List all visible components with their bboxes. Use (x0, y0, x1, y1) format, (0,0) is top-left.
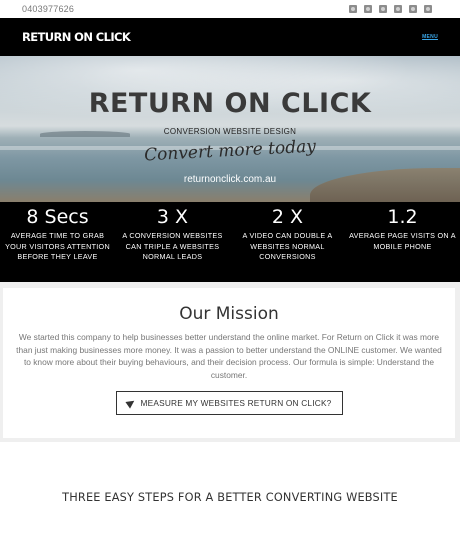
twitter-icon[interactable] (364, 5, 372, 13)
stat-item: 3 X A CONVERSION WEBSITES CAN TRIPLE A W… (115, 206, 230, 282)
pinterest-icon[interactable] (409, 5, 417, 13)
hero-url: returnonclick.com.au (183, 174, 277, 185)
stat-number: 2 X (271, 206, 304, 228)
menu-button[interactable]: MENU (422, 34, 438, 40)
cta-label: MEASURE MY WEBSITES RETURN ON CLICK? (140, 398, 332, 408)
hero-title: RETURN ON CLICK (88, 88, 372, 119)
stat-item: 1.2 AVERAGE PAGE VISITS ON A MOBILE PHON… (345, 206, 460, 282)
instagram-icon[interactable] (394, 5, 402, 13)
mission-heading: Our Mission (179, 304, 279, 324)
stat-text: A CONVERSION WEBSITES CAN TRIPLE A WEBSI… (122, 231, 223, 261)
phone-number[interactable]: 0403977626 (22, 4, 74, 14)
social-links (349, 5, 432, 13)
paper-plane-icon (124, 397, 137, 409)
stat-number: 3 X (156, 206, 189, 228)
site-logo[interactable]: RETURN ON CLICK (22, 30, 131, 44)
stat-text: AVERAGE TIME TO GRAB YOUR VISITORS ATTEN… (5, 231, 110, 261)
rss-icon[interactable] (424, 5, 432, 13)
measure-return-button[interactable]: MEASURE MY WEBSITES RETURN ON CLICK? (115, 391, 343, 415)
stat-item: 8 Secs AVERAGE TIME TO GRAB YOUR VISITOR… (0, 206, 115, 282)
mission-body: We started this company to help business… (16, 332, 442, 380)
top-bar: 0403977626 (0, 0, 460, 18)
steps-heading: THREE EASY STEPS FOR A BETTER CONVERTING… (62, 491, 398, 504)
stat-number: 1.2 (387, 206, 418, 228)
stat-text: A VIDEO CAN DOUBLE A WEBSITES NORMAL CON… (242, 231, 333, 261)
google-plus-icon[interactable] (379, 5, 387, 13)
main-nav: RETURN ON CLICK MENU (0, 18, 460, 56)
facebook-icon[interactable] (349, 5, 357, 13)
stats-strip: 8 Secs AVERAGE TIME TO GRAB YOUR VISITOR… (0, 202, 460, 282)
mission-section: Our Mission We started this company to h… (0, 282, 460, 442)
stat-text: AVERAGE PAGE VISITS ON A MOBILE PHONE (349, 231, 456, 251)
stat-item: 2 X A VIDEO CAN DOUBLE A WEBSITES NORMAL… (230, 206, 345, 282)
steps-section: THREE EASY STEPS FOR A BETTER CONVERTING… (0, 442, 460, 555)
mission-card: Our Mission We started this company to h… (3, 288, 455, 438)
hero-banner: RETURN ON CLICK CONVERSION WEBSITE DESIG… (0, 56, 460, 202)
stat-number: 8 Secs (26, 206, 89, 228)
